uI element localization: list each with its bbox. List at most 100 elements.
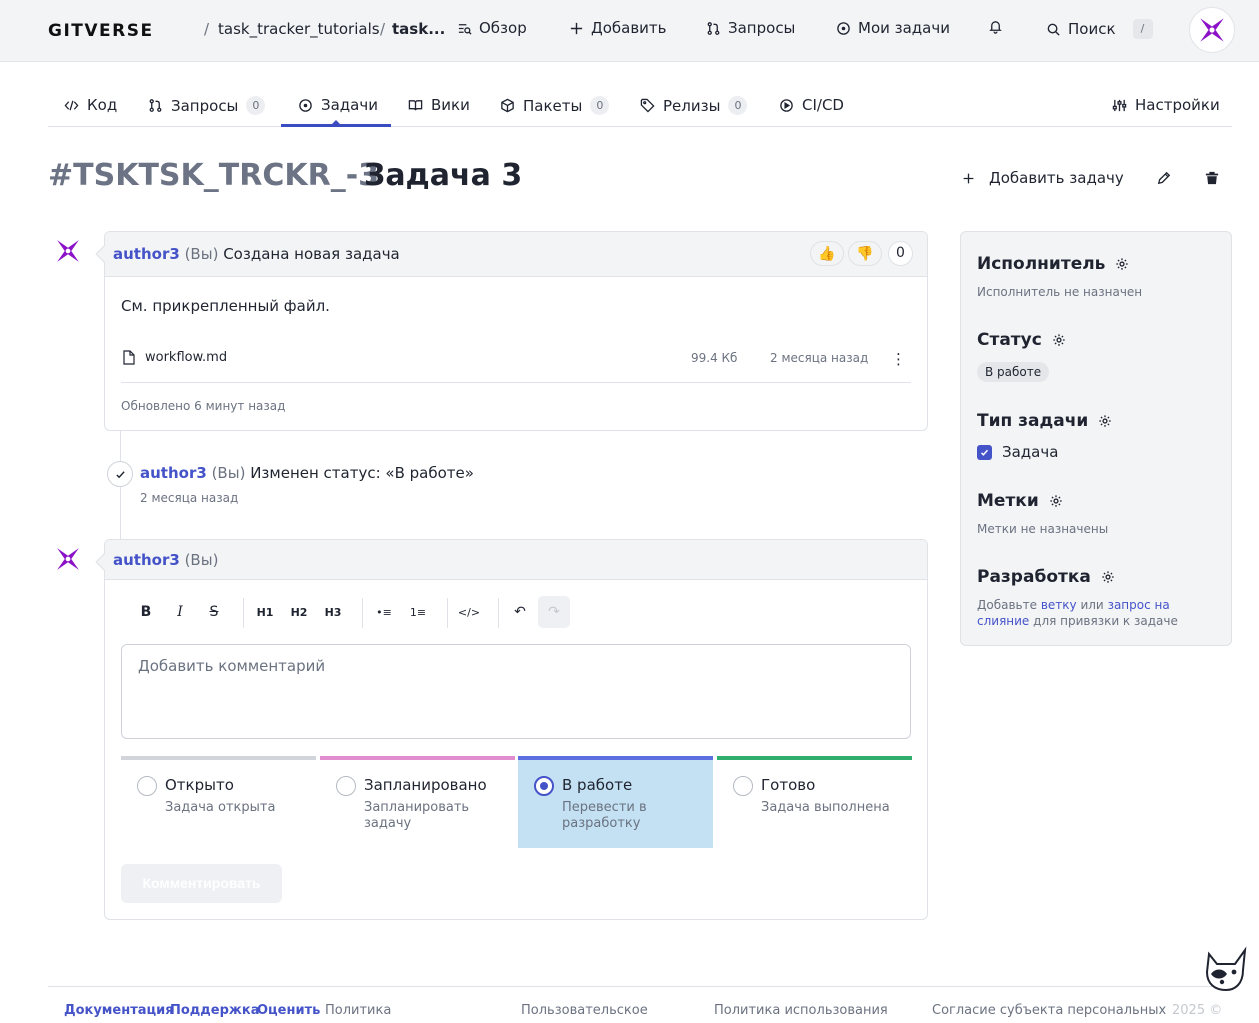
tab-wiki[interactable]: Вики xyxy=(408,96,470,114)
tab-label: CI/CD xyxy=(802,96,844,114)
nav-add[interactable]: Добавить xyxy=(569,19,667,37)
tab-releases[interactable]: Релизы 0 xyxy=(640,96,748,115)
book-icon xyxy=(408,99,423,110)
author-link[interactable]: author3 xyxy=(140,464,207,482)
tab-settings[interactable]: Настройки xyxy=(1112,96,1220,114)
status-radio[interactable] xyxy=(534,776,554,796)
nav-overview[interactable]: Обзор xyxy=(457,19,527,37)
status-option-description: Задача открыта xyxy=(165,800,276,815)
status-option-label: Запланировано xyxy=(364,776,487,794)
code-icon xyxy=(64,100,79,110)
author-avatar[interactable] xyxy=(55,546,81,572)
strikethrough-button[interactable]: S xyxy=(198,596,230,628)
plus-icon xyxy=(570,22,583,34)
gear-icon[interactable] xyxy=(1101,570,1115,584)
toolbar-divider xyxy=(362,598,363,628)
status-radio[interactable] xyxy=(137,776,157,796)
status-option-in-progress[interactable]: В работе Перевести в разработку xyxy=(518,756,713,848)
status-radio[interactable] xyxy=(733,776,753,796)
issue-icon xyxy=(837,21,850,35)
status-option-done[interactable]: Готово Задача выполнена xyxy=(717,756,912,848)
author-link[interactable]: author3 xyxy=(113,551,180,569)
footer-rate-link[interactable]: Оценить xyxy=(257,1003,320,1018)
play-circle-icon xyxy=(780,98,793,112)
footer-policy-link[interactable]: Политика xyxy=(325,1003,391,1018)
issue-id: #TSKTSK_TRCKR_-3 xyxy=(48,158,380,193)
notifications-button[interactable] xyxy=(988,19,1003,34)
gear-icon[interactable] xyxy=(1052,333,1066,347)
redo-button[interactable]: ↷ xyxy=(538,596,570,628)
heading3-button[interactable]: H3 xyxy=(317,596,349,628)
bold-button[interactable]: B xyxy=(130,596,162,628)
nav-add-label: Добавить xyxy=(591,19,667,37)
heading2-button[interactable]: H2 xyxy=(283,596,315,628)
attachment-row[interactable]: workflow.md 99.4 Кб 2 месяца назад ⋮ xyxy=(121,347,911,383)
comment-input[interactable]: Добавить комментарий xyxy=(121,644,911,739)
user-avatar-icon xyxy=(1200,18,1224,42)
labels-title: Метки xyxy=(977,491,1063,511)
tab-packages[interactable]: Пакеты 0 xyxy=(500,96,610,115)
comment-editor-card: author3 (Вы) B I S H1 H2 H3 •≡ 1≡ </> ↶ … xyxy=(95,539,928,920)
undo-button[interactable]: ↶ xyxy=(504,596,536,628)
nav-overview-label: Обзор xyxy=(479,19,527,37)
thumbs-up-button[interactable]: 👍 xyxy=(810,241,844,266)
italic-button[interactable]: I xyxy=(164,596,196,628)
status-option-open[interactable]: Открыто Задача открыта xyxy=(121,756,316,848)
code-button[interactable]: </> xyxy=(453,596,485,628)
status-radio[interactable] xyxy=(336,776,356,796)
footer-usage-policy-link[interactable]: Политика использования xyxy=(714,1003,888,1018)
attachment-name[interactable]: workflow.md xyxy=(145,350,227,365)
editor-header: author3 (Вы) xyxy=(105,540,927,580)
assistant-mascot-button[interactable] xyxy=(1201,944,1251,994)
tab-requests[interactable]: Запросы 0 xyxy=(148,96,266,115)
heading1-button[interactable]: H1 xyxy=(249,596,281,628)
status-option-label: Готово xyxy=(761,776,816,794)
toolbar-divider xyxy=(498,598,499,628)
more-options-icon[interactable]: ⋮ xyxy=(891,350,906,368)
footer-consent-link[interactable]: Согласие субъекта персональных xyxy=(932,1003,1166,1018)
breadcrumb-separator: / xyxy=(204,20,210,38)
tab-code[interactable]: Код xyxy=(64,96,117,114)
assignee-title: Исполнитель xyxy=(977,254,1129,274)
footer-docs-link[interactable]: Документация xyxy=(64,1003,174,1018)
gear-icon[interactable] xyxy=(1049,494,1063,508)
breadcrumb-current[interactable]: task... xyxy=(392,20,445,38)
gear-icon[interactable] xyxy=(1115,257,1129,271)
nav-requests[interactable]: Запросы xyxy=(706,19,795,37)
numbered-list-button[interactable]: 1≡ xyxy=(402,596,434,628)
thumbs-down-button[interactable]: 👎 xyxy=(848,241,882,266)
thumbs-down-icon: 👎 xyxy=(856,245,874,262)
status-badge: В работе xyxy=(977,362,1050,382)
footer-user-agreement-link[interactable]: Пользовательское xyxy=(521,1003,648,1018)
user-avatar[interactable] xyxy=(1189,7,1235,53)
delete-button[interactable] xyxy=(1203,169,1221,187)
tab-label: Настройки xyxy=(1135,96,1220,114)
status-option-label: Открыто xyxy=(165,776,234,794)
add-task-button[interactable]: Добавить задачу xyxy=(962,169,1124,187)
tab-issues[interactable]: Задачи xyxy=(298,96,378,114)
type-title: Тип задачи xyxy=(977,411,1112,431)
author-link[interactable]: author3 xyxy=(113,245,180,263)
status-option-planned[interactable]: Запланировано Запланировать задачу xyxy=(320,756,515,848)
status-title: Статус xyxy=(977,330,1066,350)
tab-label: Задачи xyxy=(321,96,378,114)
footer: Документация Поддержка Оценить Политика … xyxy=(48,986,1232,1023)
trash-icon xyxy=(1205,171,1219,185)
you-label: (Вы) xyxy=(211,464,246,482)
gitverse-logo[interactable]: GITVERSE xyxy=(48,21,154,41)
comment-submit-button[interactable]: Комментировать xyxy=(121,864,282,903)
bullet-list-button[interactable]: •≡ xyxy=(368,596,400,628)
branch-link[interactable]: ветку xyxy=(1041,598,1077,612)
author-avatar[interactable] xyxy=(55,238,81,264)
search-button[interactable]: Поиск / xyxy=(1046,19,1153,39)
file-icon xyxy=(123,350,135,365)
toolbar-divider xyxy=(243,598,244,628)
footer-support-link[interactable]: Поддержка xyxy=(170,1003,259,1018)
tab-cicd[interactable]: CI/CD xyxy=(779,96,844,114)
gear-icon[interactable] xyxy=(1098,414,1112,428)
pencil-icon xyxy=(1157,171,1171,185)
breadcrumb-repo[interactable]: task_tracker_tutorials xyxy=(218,20,380,38)
type-title-text: Тип задачи xyxy=(977,411,1089,431)
edit-button[interactable] xyxy=(1155,169,1173,187)
nav-my-tasks[interactable]: Мои задачи xyxy=(836,19,950,37)
